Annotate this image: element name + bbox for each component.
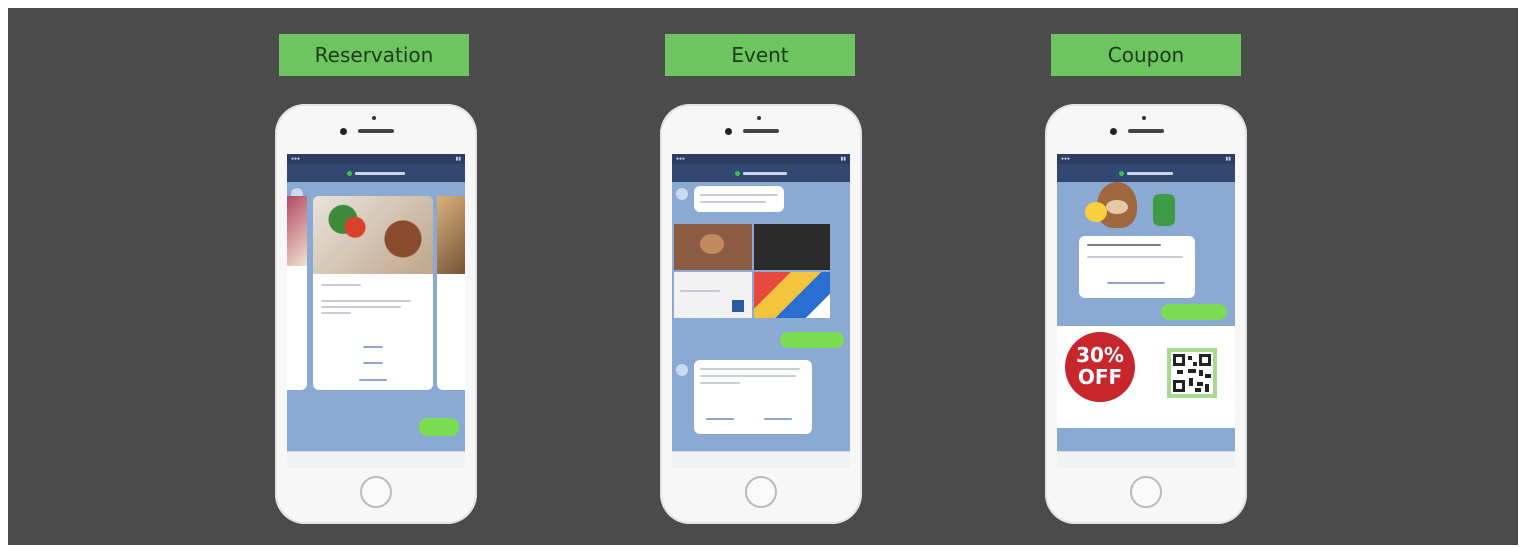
speaker-grille xyxy=(1128,129,1164,133)
event-image-3[interactable] xyxy=(674,272,752,318)
event-image-4[interactable] xyxy=(754,272,830,318)
coupon-screen: ●●● ▮▮ 30% OFF xyxy=(1057,154,1235,468)
sent-message xyxy=(1161,304,1227,320)
speaker-grille xyxy=(358,129,394,133)
message-composer[interactable] xyxy=(287,451,465,468)
discount-badge: 30% OFF xyxy=(1065,332,1135,402)
reply-option-1[interactable] xyxy=(706,418,734,420)
coupon-card[interactable]: 30% OFF xyxy=(1057,326,1235,428)
reply-option-2[interactable] xyxy=(764,418,792,420)
event-label: Event xyxy=(665,34,855,76)
sensor-dot xyxy=(757,116,761,120)
chat-header xyxy=(1057,164,1235,182)
status-bar: ●●● ▮▮ xyxy=(1057,154,1235,164)
food-photo xyxy=(313,196,433,274)
sent-message xyxy=(780,332,844,348)
camera-icon xyxy=(1110,128,1117,135)
coupon-message xyxy=(1079,236,1195,298)
reservation-phone: ●●● ▮▮ xyxy=(275,104,477,524)
event-image-2[interactable] xyxy=(754,224,830,270)
discount-off-text: OFF xyxy=(1077,365,1123,389)
card-action-2[interactable] xyxy=(363,362,383,364)
sent-message xyxy=(419,418,459,436)
camera-icon xyxy=(725,128,732,135)
home-button-icon xyxy=(360,476,392,508)
carousel-card-left[interactable] xyxy=(287,196,307,390)
avatar-icon xyxy=(676,188,688,200)
qr-code-icon xyxy=(1167,348,1217,398)
coupon-label: Coupon xyxy=(1051,34,1241,76)
avatar-icon xyxy=(676,364,688,376)
message-composer[interactable] xyxy=(1057,451,1235,468)
event-image-1[interactable] xyxy=(674,224,752,270)
event-screen: ●●● ▮▮ xyxy=(672,154,850,468)
chat-header xyxy=(287,164,465,182)
home-button-icon xyxy=(1130,476,1162,508)
message-composer[interactable] xyxy=(672,451,850,468)
reservation-label: Reservation xyxy=(279,34,469,76)
sensor-dot xyxy=(372,116,376,120)
camera-icon xyxy=(340,128,347,135)
frog-sticker xyxy=(1153,194,1175,226)
speaker-grille xyxy=(743,129,779,133)
discount-percent: 30% xyxy=(1076,343,1124,367)
carousel-card-main[interactable] xyxy=(313,196,433,390)
showcase-panel: Reservation Event Coupon ●●● ▮▮ ●●● ▮▮ ●… xyxy=(8,8,1518,545)
status-bar: ●●● ▮▮ xyxy=(672,154,850,164)
chat-header xyxy=(672,164,850,182)
event-phone: ●●● ▮▮ xyxy=(660,104,862,524)
incoming-message xyxy=(694,186,784,212)
incoming-question xyxy=(694,360,812,434)
carousel-card-right[interactable] xyxy=(437,196,465,390)
sensor-dot xyxy=(1142,116,1146,120)
card-action-1[interactable] xyxy=(363,346,383,348)
chick-sticker xyxy=(1085,202,1107,222)
home-button-icon xyxy=(745,476,777,508)
reservation-screen: ●●● ▮▮ xyxy=(287,154,465,468)
card-action-3[interactable] xyxy=(359,379,387,381)
coupon-phone: ●●● ▮▮ 30% OFF xyxy=(1045,104,1247,524)
status-bar: ●●● ▮▮ xyxy=(287,154,465,164)
coupon-link[interactable] xyxy=(1107,282,1165,284)
